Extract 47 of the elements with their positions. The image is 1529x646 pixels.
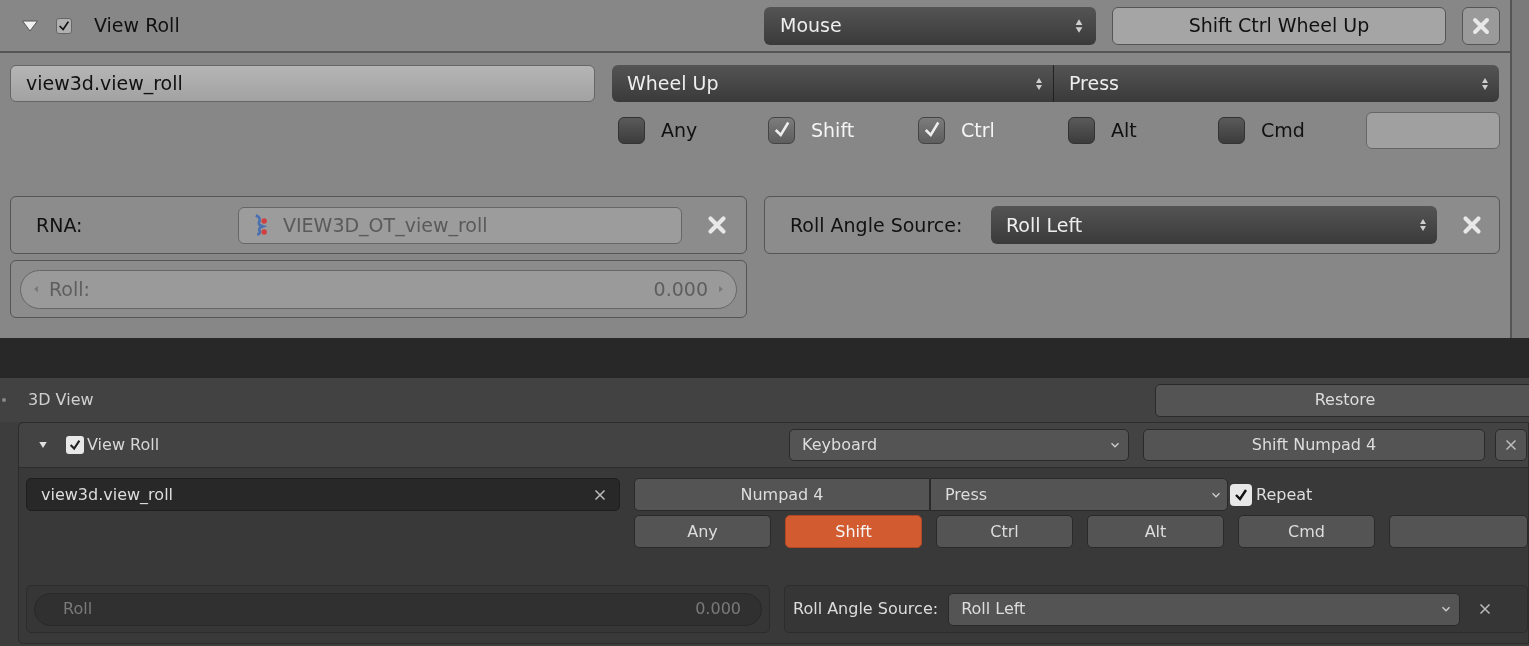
event-button[interactable]: Numpad 4	[634, 478, 930, 511]
item-name: View Roll	[87, 434, 160, 456]
restore-button[interactable]: Restore	[1155, 383, 1529, 417]
roll-source-dropdown[interactable]: Roll Left	[991, 206, 1437, 244]
roll-number-field[interactable]: Roll 0.000	[34, 592, 762, 626]
modifier-label: Shift	[811, 117, 855, 143]
repeat-checkbox[interactable]	[1230, 483, 1252, 506]
repeat-label: Repeat	[1256, 483, 1313, 506]
check-icon	[68, 438, 82, 452]
roll-source-label: Roll Angle Source:	[790, 212, 964, 238]
roll-source-label: Roll Angle Source:	[793, 598, 939, 620]
shortcut-button[interactable]: Shift Numpad 4	[1143, 429, 1485, 461]
modifier-label: Alt	[1111, 117, 1137, 143]
modifier-toggle[interactable]: Alt	[1087, 515, 1224, 548]
modifier-checkbox[interactable]	[918, 116, 945, 144]
check-icon	[57, 18, 71, 33]
remove-button[interactable]	[1495, 429, 1527, 461]
modifier-toggle[interactable]: Cmd	[1238, 515, 1375, 548]
value-dropdown[interactable]: Press	[930, 478, 1228, 511]
modifier-checkbox[interactable]	[1068, 116, 1095, 144]
rna-field: VIEW3D_OT_view_roll	[238, 206, 682, 244]
item-name: View Roll	[94, 13, 180, 39]
key-modifier-field[interactable]	[1366, 111, 1500, 149]
modifier-toggle[interactable]: Ctrl	[936, 515, 1073, 548]
map-type-dropdown[interactable]: Mouse	[764, 6, 1096, 45]
modifier-toggle[interactable]: Shift	[785, 515, 922, 548]
event-dropdown[interactable]: Wheel Up	[612, 65, 1054, 102]
enable-checkbox[interactable]	[56, 17, 72, 34]
value-dropdown[interactable]: Press	[1054, 65, 1499, 102]
modifier-checkbox[interactable]	[768, 116, 795, 144]
modifier-label: Cmd	[1261, 117, 1305, 143]
key-modifier-field[interactable]	[1389, 515, 1528, 548]
operator-field[interactable]: view3d.view_roll	[10, 65, 595, 102]
operator-field[interactable]: view3d.view_roll	[26, 478, 620, 511]
section-title: 3D View	[28, 389, 94, 411]
modifier-label: Any	[661, 117, 698, 143]
enable-checkbox[interactable]	[66, 436, 84, 454]
map-type-dropdown[interactable]: Keyboard	[789, 429, 1129, 461]
modifier-checkbox[interactable]	[618, 116, 645, 144]
rna-label: RNA:	[36, 212, 84, 238]
modifier-label: Ctrl	[961, 117, 995, 143]
shortcut-button[interactable]: Shift Ctrl Wheel Up	[1112, 6, 1446, 45]
bullet-icon	[2, 398, 6, 402]
remove-button[interactable]	[1462, 6, 1500, 45]
modifier-toggle[interactable]: Any	[634, 515, 771, 548]
modifier-checkbox[interactable]	[1218, 116, 1245, 144]
roll-source-dropdown[interactable]: Roll Left	[948, 592, 1461, 626]
